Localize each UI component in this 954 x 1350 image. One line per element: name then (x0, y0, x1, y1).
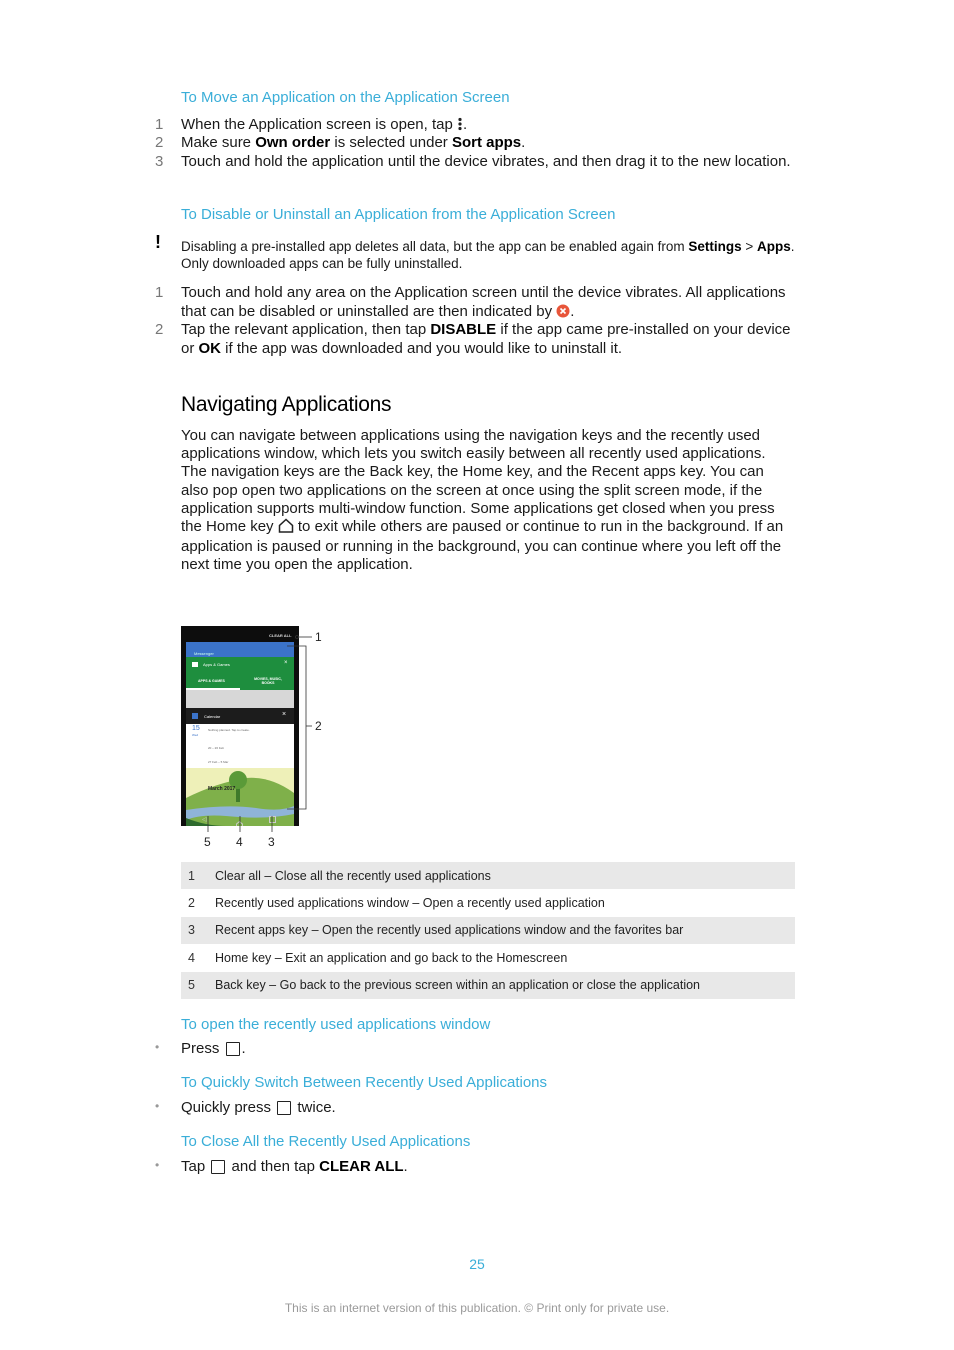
section-title-close-all: To Close All the Recently Used Applicati… (181, 1133, 471, 1150)
callout-4: 4 (236, 835, 243, 849)
legend-row: 5 Back key – Go back to the previous scre… (181, 971, 795, 999)
page-number: 25 (469, 1256, 485, 1272)
clear-all-label: CLEAR ALL (319, 1158, 404, 1175)
exclamation-icon: ! (155, 232, 161, 252)
callout-2: 2 (315, 719, 322, 733)
section-title-open-recent: To open the recently used applications w… (181, 1016, 491, 1033)
legend-row: 3 Recent apps key – Open the recently use… (181, 916, 795, 945)
bullet-dot: • (155, 1040, 160, 1054)
step-number: 2 (155, 321, 164, 338)
own-order-label: Own order (255, 134, 331, 151)
callout-bracket-2 (287, 645, 307, 810)
bullet-dot: • (155, 1158, 160, 1172)
legend-row: 1 Clear all – Close all the recently used… (181, 862, 795, 890)
apps-label: Apps (757, 239, 791, 254)
legend-row: 4 Home key – Exit an application and go b… (188, 950, 568, 965)
step-number: 3 (155, 153, 164, 170)
legend-row: 2 Recently used applications window – Ope… (188, 896, 605, 911)
callout-1: 1 (315, 630, 322, 644)
navigating-paragraph: You can navigate between applications us… (181, 427, 784, 574)
calendar-icon (192, 713, 198, 719)
recent-apps-icon (211, 1160, 226, 1174)
warning-note: Disabling a pre-installed app deletes al… (181, 239, 795, 271)
callout-lines (207, 635, 312, 832)
section-heading-navigating: Navigating Applications (181, 393, 392, 416)
recent-apps-icon (277, 1101, 292, 1115)
settings-label: Settings (688, 239, 742, 254)
bullet-dot: • (155, 1099, 160, 1113)
ok-label: OK (198, 339, 222, 357)
callout-3: 3 (268, 835, 275, 849)
step-number: 1 (155, 284, 164, 301)
footer-note: This is an internet version of this publ… (284, 1301, 670, 1315)
section-title-move-app: To Move an Application on the Applicatio… (181, 89, 510, 106)
callout-5: 5 (204, 835, 211, 849)
legend-table: 1 Clear all – Close all the recently used… (181, 862, 795, 999)
sort-apps-label: Sort apps (451, 134, 522, 151)
home-icon (278, 518, 294, 538)
recent-apps-icon (225, 1042, 240, 1056)
step-number: 2 (155, 134, 164, 151)
step-number: 1 (155, 116, 164, 133)
step-text: Touch and hold the application until the… (181, 153, 791, 170)
section-title-disable-app: To Disable or Uninstall an Application f… (181, 206, 616, 223)
disable-label: DISABLE (430, 321, 497, 338)
section-title-quick-switch: To Quickly Switch Between Recently Used … (181, 1074, 548, 1091)
play-store-icon (192, 662, 198, 667)
step-text: When the Application screen is open, tap (181, 116, 458, 133)
